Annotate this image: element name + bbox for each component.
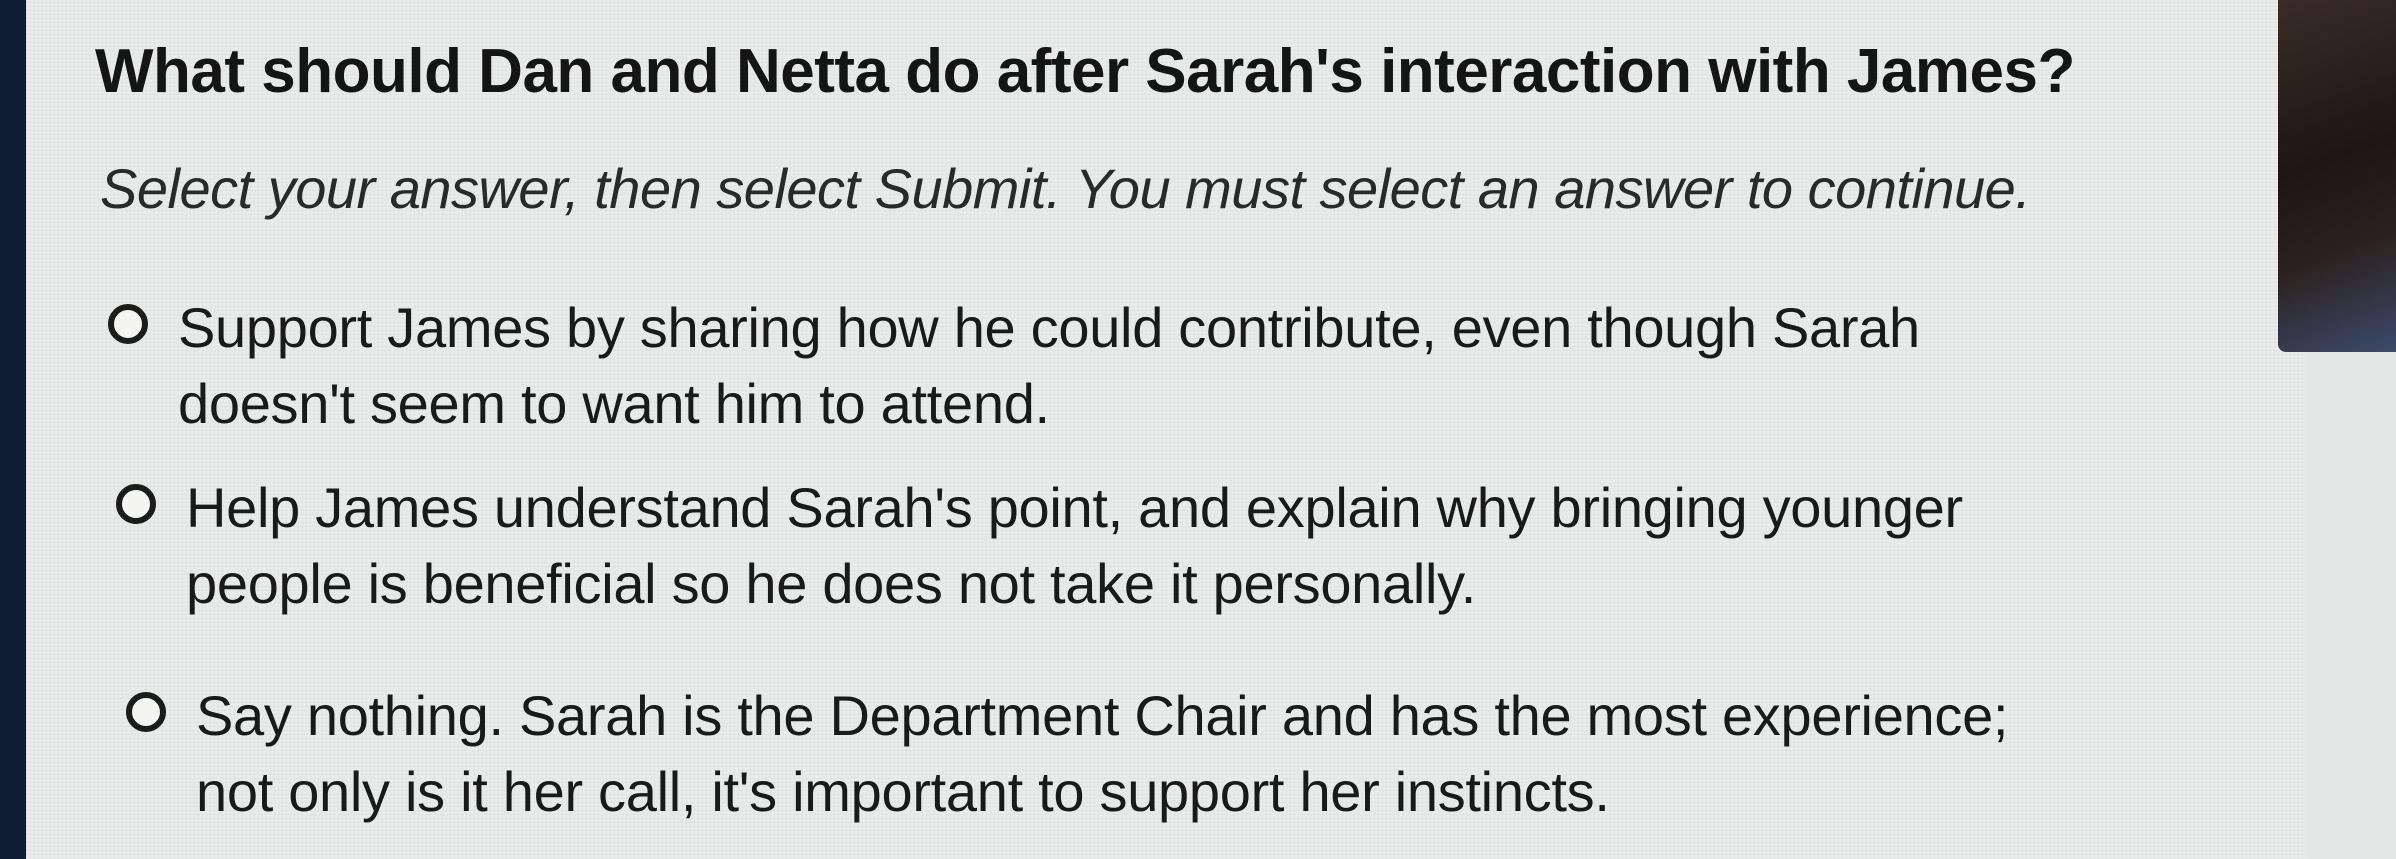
answer-option-label: Say nothing. Sarah is the Department Cha… — [196, 684, 2009, 823]
question-instruction: Select your answer, then select Submit. … — [100, 157, 2031, 220]
answer-option-1[interactable]: Support James by sharing how he could co… — [108, 290, 2008, 442]
radio-button-icon[interactable] — [126, 692, 166, 732]
radio-button-icon[interactable] — [108, 304, 148, 344]
answer-option-label: Support James by sharing how he could co… — [178, 296, 1920, 435]
answer-option-3[interactable]: Say nothing. Sarah is the Department Cha… — [126, 678, 2086, 830]
presenter-photo — [2278, 0, 2396, 352]
radio-button-icon[interactable] — [116, 484, 156, 524]
answer-option-label: Help James understand Sarah's point, and… — [186, 476, 1963, 615]
answer-option-2[interactable]: Help James understand Sarah's point, and… — [116, 470, 2036, 622]
question-title: What should Dan and Netta do after Sarah… — [95, 37, 2075, 106]
